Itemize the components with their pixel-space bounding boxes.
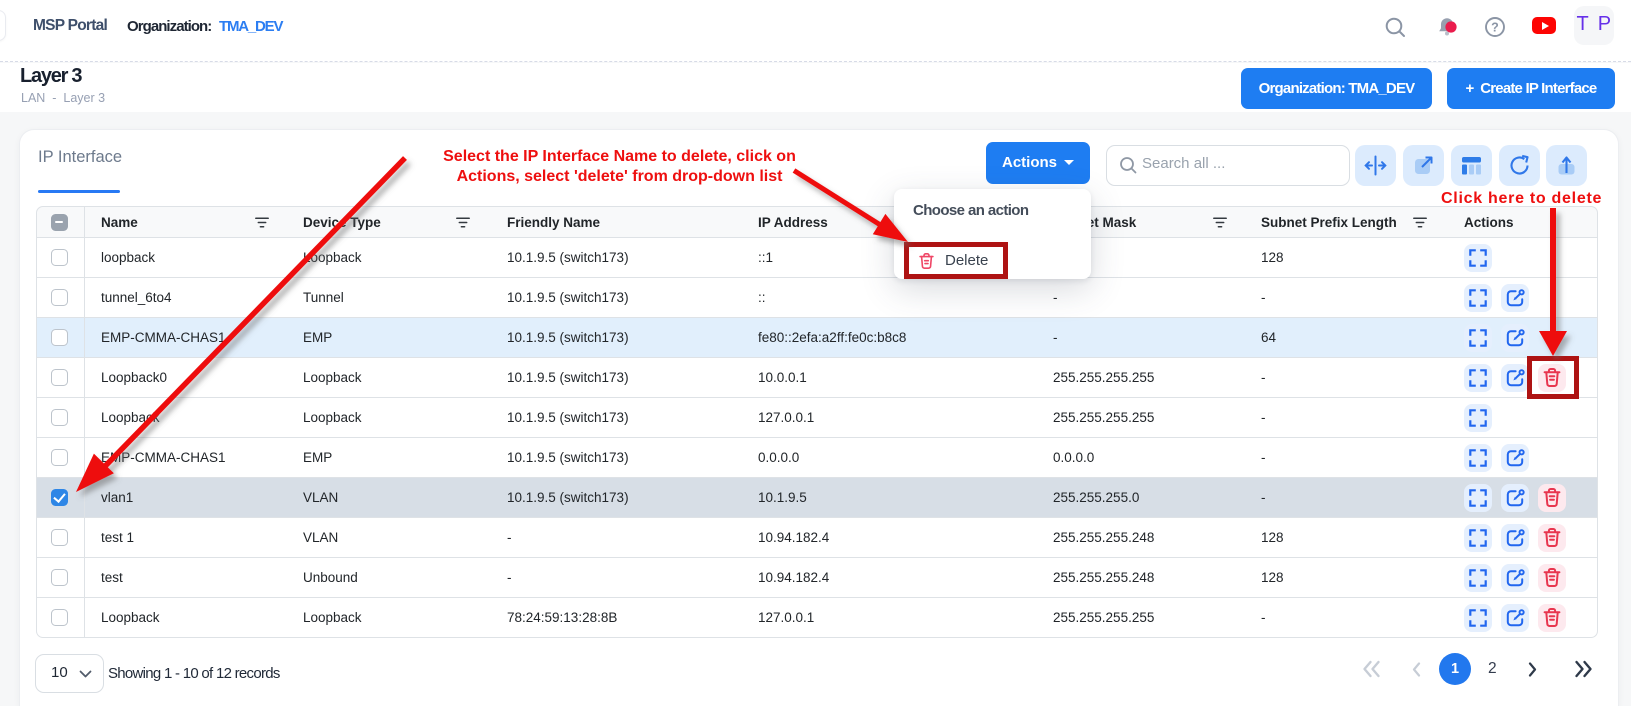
svg-text:?: ? [1491,20,1499,34]
